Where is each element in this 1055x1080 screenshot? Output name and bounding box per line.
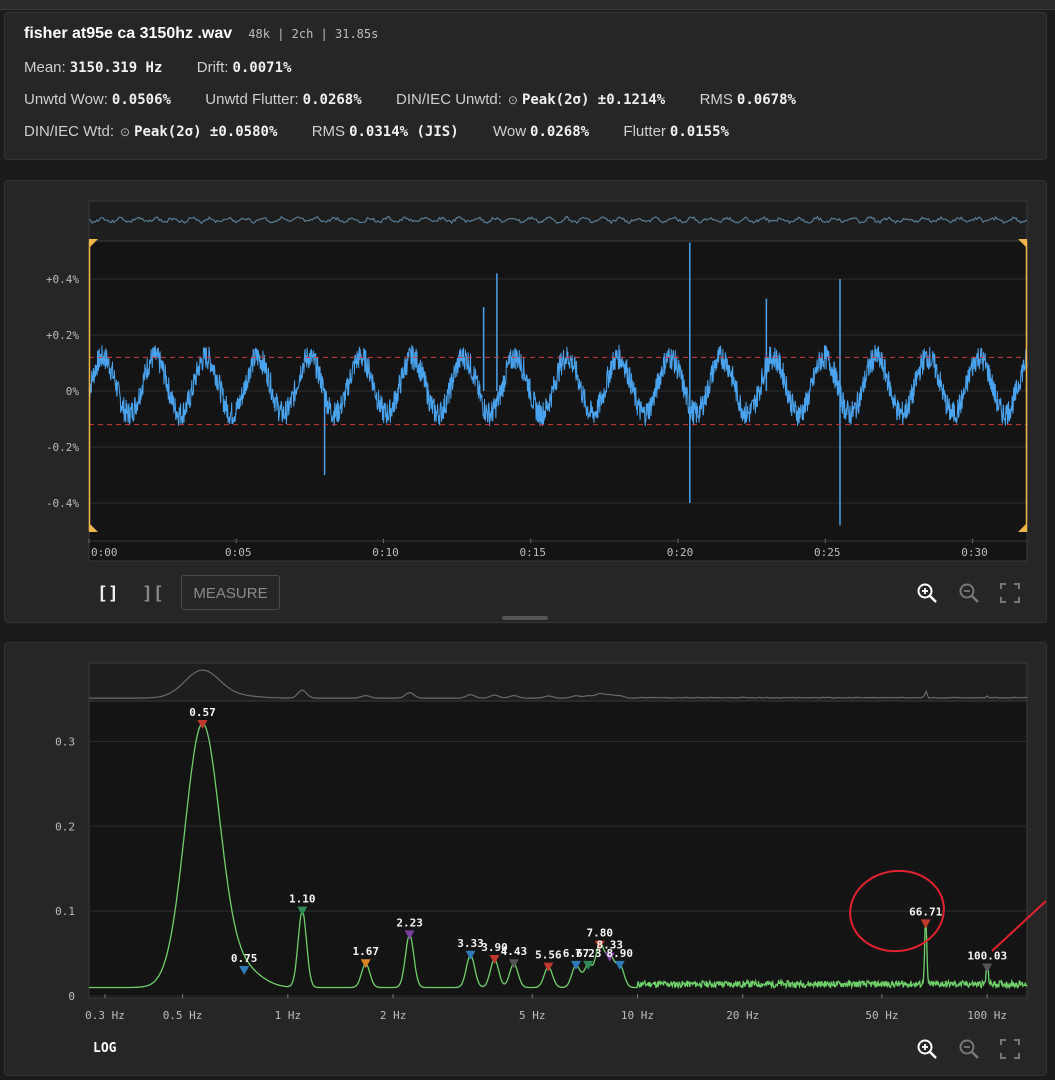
rms-wtd-label: RMS (311, 123, 346, 140)
spectrum-overview[interactable] (88, 662, 1028, 702)
spectrum-x-tick-label: 2 Hz (380, 1009, 407, 1022)
spectrum-x-tick-label: 50 Hz (865, 1009, 898, 1022)
unwtd-flutter-value: 0.0268% (302, 92, 362, 108)
spectrum-chart[interactable]: 0.3 0.2 0.1 0 0.3 Hz 0.5 Hz 1 Hz 2 Hz 5 Hz 10 Hz… (5, 643, 1046, 1028)
waveform-chart[interactable]: +0.4% +0.2% 0% -0.2% -0.4% 0:00 0:05 0:10 0:15 0… (5, 181, 1046, 571)
waveform-y-tick-label: -0.2% (46, 441, 79, 454)
spectrum-peak-label: 3.33 (457, 937, 484, 950)
file-meta: 48k | 2ch | 31.85s (248, 27, 379, 41)
file-name: fisher at95e ca 3150hz .wav (24, 25, 233, 42)
waveform-x-tick-label: 0:10 (372, 546, 399, 559)
measure-button[interactable]: MEASURE (181, 575, 280, 610)
wow-value: 0.0268% (530, 124, 590, 140)
din-wtd-peak: Peak(2σ) ±0.0580% (134, 124, 278, 140)
unweighted-row: Unwtd Wow: 0.0506% Unwtd Flutter: 0.0268% … (24, 91, 800, 108)
spectrum-x-tick-label: 10 Hz (621, 1009, 654, 1022)
weighted-row: DIN/IEC Wtd: ⊙ Peak(2σ) ±0.0580% RMS 0.0314… (24, 123, 733, 140)
unwtd-wow-label: Unwtd Wow: (24, 91, 108, 108)
spectrum-peak-label: 8.90 (607, 947, 634, 960)
panel-resize-handle[interactable] (502, 616, 548, 620)
zoom-in-icon[interactable] (915, 581, 939, 605)
waveform-y-tick-label: 0% (66, 385, 80, 398)
drift-value: 0.0071% (232, 60, 292, 76)
file-header: fisher at95e ca 3150hz .wav 48k | 2ch | … (24, 25, 382, 43)
spectrum-x-tick-label: 1 Hz (275, 1009, 302, 1022)
spectrum-y-tick-label: 0.3 (55, 735, 75, 748)
spectrum-panel: 0.3 0.2 0.1 0 0.3 Hz 0.5 Hz 1 Hz 2 Hz 5 Hz 10 Hz… (4, 642, 1047, 1076)
waveform-x-tick-label: 0:00 (91, 546, 118, 559)
spectrum-peak-label: 1.67 (352, 945, 379, 958)
spectrum-peak-label: 5.56 (535, 949, 562, 962)
window-top-edge (0, 0, 1055, 10)
clock-icon: ⊙ (120, 125, 131, 139)
fullscreen-icon[interactable] (998, 1037, 1022, 1061)
waveform-x-tick-label: 0:05 (225, 546, 252, 559)
rms-unwtd-value: 0.0678% (736, 92, 796, 108)
spectrum-peak-label: 1.10 (289, 893, 316, 906)
spectrum-y-tick-label: 0.2 (55, 820, 75, 833)
waveform-x-tick-label: 0:30 (961, 546, 988, 559)
spectrum-peak-label: 0.75 (231, 952, 258, 965)
waveform-y-tick-label: +0.2% (46, 329, 79, 342)
spectrum-peak-label: 100.03 (967, 949, 1007, 962)
flutter-value: 0.0155% (669, 124, 729, 140)
spectrum-x-tick-label: 0.5 Hz (163, 1009, 203, 1022)
waveform-x-tick-label: 0:20 (667, 546, 694, 559)
log-scale-toggle[interactable]: LOG (93, 1041, 116, 1056)
spectrum-peak-label: 66.71 (909, 905, 942, 918)
trim-button[interactable]: ][ (142, 583, 164, 604)
fullscreen-icon[interactable] (998, 581, 1022, 605)
clock-icon: ⊙ (507, 93, 518, 107)
spectrum-peak-label: 2.23 (396, 916, 423, 929)
din-unwtd-peak: Peak(2σ) ±0.1214% (521, 92, 666, 108)
flutter-label: Flutter (623, 123, 666, 140)
info-panel: fisher at95e ca 3150hz .wav 48k | 2ch | … (4, 12, 1047, 160)
spectrum-x-tick-label: 20 Hz (726, 1009, 759, 1022)
mean-label: Mean: (24, 59, 66, 76)
waveform-x-tick-label: 0:15 (520, 546, 547, 559)
unwtd-wow-value: 0.0506% (111, 92, 171, 108)
din-wtd-label: DIN/IEC Wtd: (24, 123, 115, 140)
select-all-button[interactable]: [] (97, 583, 119, 604)
unwtd-flutter-label: Unwtd Flutter: (205, 91, 299, 108)
waveform-plot-area (88, 240, 1028, 562)
spectrum-y-tick-label: 0 (68, 990, 75, 1003)
spectrum-y-tick-label: 0.1 (55, 905, 75, 918)
zoom-in-icon[interactable] (915, 1037, 939, 1061)
waveform-x-tick-label: 0:25 (814, 546, 841, 559)
waveform-y-tick-label: -0.4% (46, 497, 79, 510)
mean-drift-row: Mean: 3150.319 Hz Drift: 0.0071% (24, 59, 295, 76)
spectrum-x-tick-label: 100 Hz (967, 1009, 1007, 1022)
zoom-out-icon[interactable] (957, 1037, 981, 1061)
zoom-out-icon[interactable] (957, 581, 981, 605)
rms-wtd-value: 0.0314% (JIS) (349, 124, 459, 140)
spectrum-x-tick-label: 5 Hz (519, 1009, 546, 1022)
waveform-overview[interactable] (88, 200, 1028, 242)
spectrum-peak-label: 4.43 (501, 945, 528, 958)
wow-label: Wow (492, 123, 527, 140)
waveform-panel: +0.4% +0.2% 0% -0.2% -0.4% 0:00 0:05 0:10 0:15 0… (4, 180, 1047, 623)
rms-unwtd-label: RMS (699, 91, 733, 108)
mean-value: 3150.319 Hz (69, 60, 163, 76)
spectrum-x-tick-label: 0.3 Hz (85, 1009, 125, 1022)
din-unwtd-label: DIN/IEC Unwtd: (396, 91, 502, 108)
waveform-y-tick-label: +0.4% (46, 273, 79, 286)
spectrum-peak-label: 0.57 (189, 706, 216, 719)
drift-label: Drift: (196, 59, 229, 76)
